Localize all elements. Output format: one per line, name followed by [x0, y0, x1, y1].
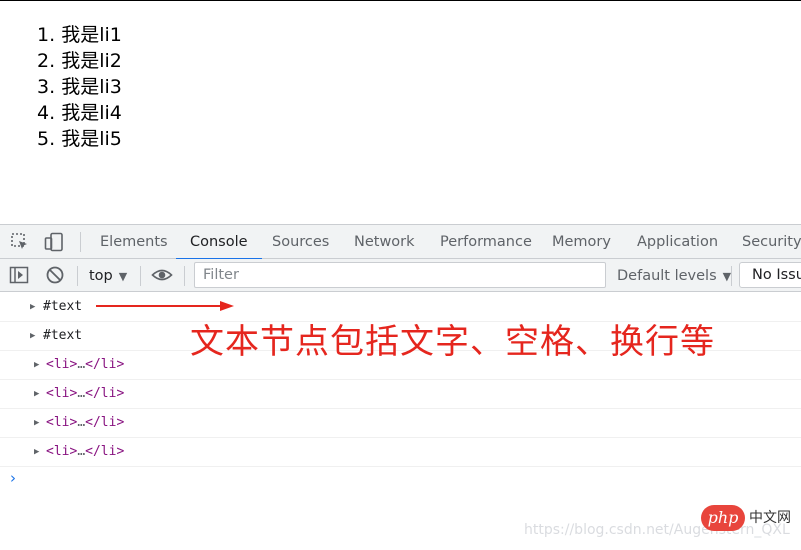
list-item: 3. 我是li3	[37, 76, 122, 98]
tab-sources[interactable]: Sources	[272, 225, 329, 259]
tab-security[interactable]: Security	[742, 225, 801, 259]
toolbar-divider	[731, 266, 732, 286]
tab-memory[interactable]: Memory	[552, 225, 611, 259]
list-item: 2. 我是li2	[37, 50, 122, 72]
device-toolbar-icon[interactable]	[43, 231, 65, 253]
console-row[interactable]: ▶ <li>…</li>	[0, 409, 801, 438]
console-prompt[interactable]: ›	[0, 467, 801, 493]
tab-performance[interactable]: Performance	[440, 225, 532, 259]
tab-application[interactable]: Application	[637, 225, 718, 259]
devtools-tabbar: Elements Console Sources Network Perform…	[0, 224, 801, 260]
toolbar-divider	[77, 266, 78, 286]
text-node-label: #text	[43, 299, 83, 314]
console-row[interactable]: ▶ <li>…</li>	[0, 438, 801, 467]
console-toolbar: top▼ Default levels▼ No Issues	[0, 259, 801, 292]
chevron-down-icon: ▼	[722, 270, 732, 283]
li-element-label: <li>…</li>	[46, 357, 125, 372]
expand-triangle-icon[interactable]: ▶	[30, 322, 35, 350]
page-ordered-list: 1. 我是li1 2. 我是li2 3. 我是li3 4. 我是li4 5. 我…	[37, 22, 122, 152]
li-element-label: <li>…</li>	[46, 386, 125, 401]
page-top-border	[0, 0, 801, 1]
console-row[interactable]: ▶ <li>…</li>	[0, 380, 801, 409]
toolbar-divider	[184, 266, 185, 286]
inspect-element-icon[interactable]	[9, 231, 31, 253]
list-item: 4. 我是li4	[37, 102, 122, 124]
li-element-label: <li>…</li>	[46, 415, 125, 430]
list-item: 5. 我是li5	[37, 128, 122, 150]
php-logo: php	[701, 505, 745, 531]
context-selector[interactable]: top ▼	[89, 265, 127, 287]
filter-input[interactable]	[194, 262, 606, 288]
issues-button[interactable]: No Issues	[739, 262, 801, 288]
list-item: 1. 我是li1	[37, 24, 122, 46]
sidebar-toggle-icon[interactable]	[8, 264, 30, 286]
log-levels-dropdown[interactable]: Default levels ▼	[617, 265, 731, 287]
expand-triangle-icon[interactable]: ▶	[34, 409, 39, 437]
tab-elements[interactable]: Elements	[100, 225, 168, 259]
tab-console[interactable]: Console	[176, 225, 262, 260]
expand-triangle-icon[interactable]: ▶	[34, 351, 39, 379]
li-element-label: <li>…</li>	[46, 444, 125, 459]
annotation-text: 文本节点包括文字、空格、换行等	[190, 322, 715, 362]
expand-triangle-icon[interactable]: ▶	[34, 380, 39, 408]
prompt-chevron-icon: ›	[10, 469, 16, 487]
devtools-panel: Elements Console Sources Network Perform…	[0, 224, 801, 550]
expand-triangle-icon[interactable]: ▶	[30, 293, 35, 321]
php-logo-text: 中文网	[749, 510, 791, 526]
text-node-label: #text	[43, 328, 83, 343]
toolbar-divider	[140, 266, 141, 286]
clear-console-icon[interactable]	[44, 264, 66, 286]
expand-triangle-icon[interactable]: ▶	[34, 438, 39, 466]
eye-icon[interactable]	[151, 264, 173, 286]
chevron-down-icon: ▼	[118, 270, 128, 283]
tab-network[interactable]: Network	[354, 225, 415, 259]
annotation-arrow-icon	[96, 301, 234, 311]
tabbar-divider	[80, 232, 81, 252]
